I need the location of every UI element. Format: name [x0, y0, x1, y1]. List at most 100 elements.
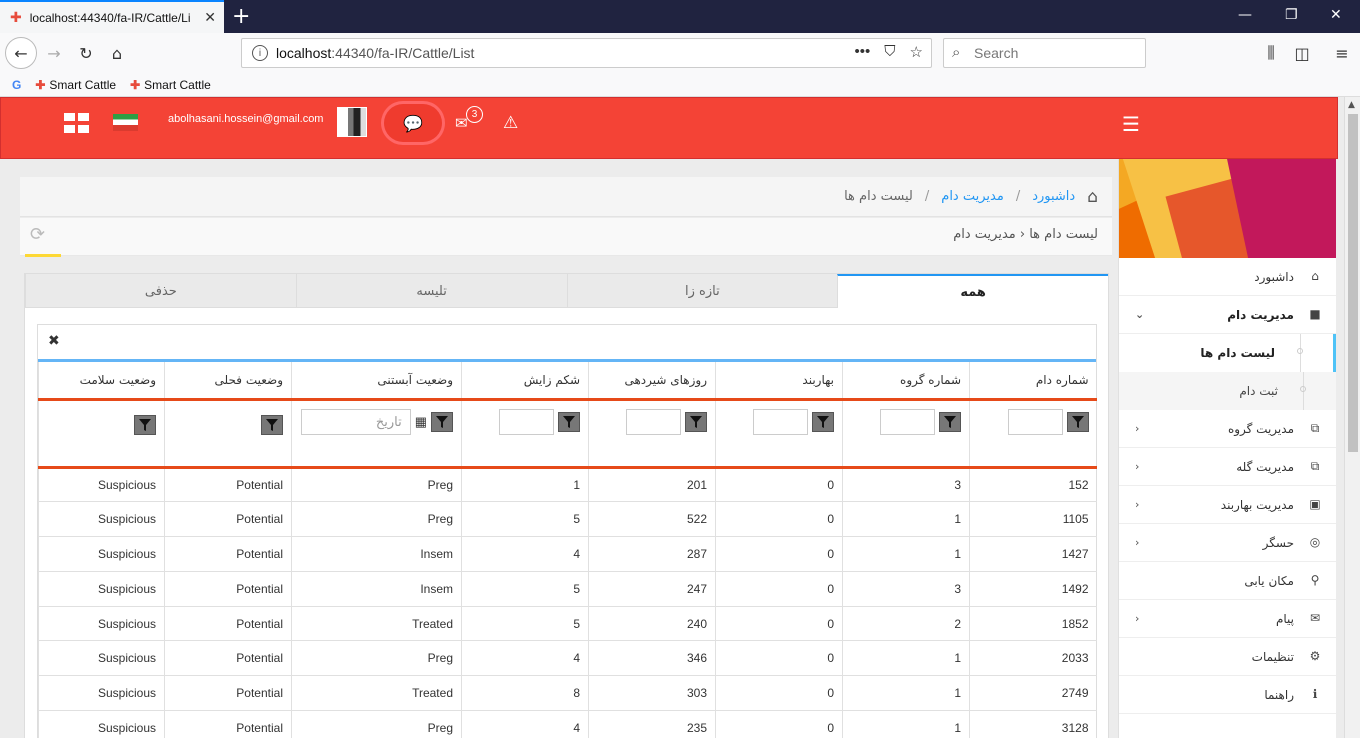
column-header[interactable]: وضعیت سلامت: [38, 362, 165, 401]
table-cell: 240: [588, 606, 716, 642]
pocket-icon[interactable]: ⛉: [884, 43, 895, 61]
table-cell: Preg: [291, 467, 462, 503]
breadcrumb-dashboard[interactable]: داشبورد: [1032, 189, 1075, 204]
sidebar-item-dashboard[interactable]: ⌂ داشبورد: [1119, 258, 1336, 296]
bookmark-star-icon[interactable]: ☆: [910, 43, 923, 61]
breadcrumb-cattle-management[interactable]: مدیریت دام: [941, 189, 1004, 204]
forward-icon[interactable]: →: [40, 39, 68, 67]
filter-input[interactable]: [880, 408, 935, 435]
sidebar-item-help[interactable]: ℹ راهنما: [1119, 676, 1336, 714]
tab-close-icon[interactable]: ✕: [204, 10, 216, 26]
sidebar-subitem-cattle-list[interactable]: لیست دام ها: [1119, 334, 1336, 372]
avatar[interactable]: [337, 107, 367, 137]
filter-input[interactable]: [626, 408, 681, 435]
sidebar-item-group-management[interactable]: › ⧉ مدیریت گروه: [1119, 410, 1336, 448]
filter-icon[interactable]: [939, 411, 961, 432]
bookmark-item[interactable]: ✚ Smart Cattle: [35, 78, 116, 92]
column-header[interactable]: روزهای شیردهی: [588, 362, 716, 401]
sidebar-item-settings[interactable]: ⚙ تنظیمات: [1119, 638, 1336, 676]
table-row[interactable]: 152 3 0 201 1 Preg Potential Suspicious: [38, 467, 1097, 503]
menu-icon[interactable]: ≡: [1328, 39, 1356, 67]
minimize-icon[interactable]: —: [1238, 7, 1252, 23]
scroll-up-icon[interactable]: ▲: [1348, 100, 1355, 110]
url-bar[interactable]: i localhost:44340/fa-IR/Cattle/List ••• …: [241, 38, 932, 68]
tab-culled[interactable]: حذفی: [25, 274, 296, 308]
sidebar-item-barn-management[interactable]: › ▣ مدیریت بهاربند: [1119, 486, 1336, 524]
table-cell: Potential: [164, 606, 292, 642]
site-info-icon[interactable]: i: [252, 45, 268, 61]
table-row[interactable]: 1492 3 0 247 5 Insem Potential Suspicious: [38, 571, 1097, 607]
tab-fresh[interactable]: تازه زا: [566, 274, 838, 308]
filter-input[interactable]: [1007, 408, 1063, 435]
sidebar-item-herd-management[interactable]: › ⧉ مدیریت گله: [1119, 448, 1336, 486]
column-header[interactable]: شماره دام: [969, 362, 1097, 401]
page-actions-icon[interactable]: •••: [855, 43, 871, 61]
column-header[interactable]: شماره گروه: [842, 362, 970, 401]
envelope-icon: ✉: [1309, 611, 1321, 625]
close-icon[interactable]: ✖: [48, 333, 60, 349]
bookmark-label: Smart Cattle: [49, 77, 117, 92]
table-cell: 3: [842, 467, 970, 503]
gear-icon: ⚙: [1309, 649, 1321, 663]
new-tab-icon[interactable]: +: [232, 4, 250, 29]
filter-icon[interactable]: [685, 411, 707, 432]
filter-input[interactable]: [753, 408, 808, 435]
tab-all[interactable]: همه: [837, 274, 1108, 308]
sidebar-item-label: حسگر: [1262, 535, 1294, 550]
filter-input[interactable]: [499, 408, 554, 435]
home-icon[interactable]: ⌂: [103, 39, 131, 67]
iran-flag-icon[interactable]: [113, 114, 138, 131]
page-scrollbar[interactable]: ▲: [1344, 97, 1360, 738]
calendar-icon[interactable]: ▦: [415, 414, 427, 430]
date-filter-input[interactable]: تاریخ: [300, 408, 411, 435]
filter-icon[interactable]: [431, 411, 453, 432]
table-cell: Preg: [291, 501, 462, 538]
sidebar-subitem-register-cattle[interactable]: ثبت دام: [1119, 372, 1336, 410]
maximize-icon[interactable]: ❐: [1285, 7, 1298, 23]
refresh-icon[interactable]: ⟳: [30, 224, 45, 245]
sidebar-item-location[interactable]: ⚲ مکان یابی: [1119, 562, 1336, 600]
tab-heifer[interactable]: تلیسه: [295, 274, 567, 308]
table-cell: Treated: [291, 675, 462, 712]
sidebar-toggle-icon[interactable]: ◫: [1288, 39, 1316, 67]
table-row[interactable]: 2749 1 0 303 8 Treated Potential Suspicious: [38, 675, 1097, 712]
column-header[interactable]: وضعیت آبستنی: [291, 362, 462, 401]
back-icon[interactable]: ←: [5, 37, 37, 69]
reload-icon[interactable]: ↻: [72, 39, 100, 67]
table-cell: Suspicious: [38, 606, 165, 642]
table-row[interactable]: 1852 2 0 240 5 Treated Potential Suspicious: [38, 606, 1097, 642]
hamburger-menu-icon[interactable]: ☰: [1122, 112, 1140, 136]
filter-icon[interactable]: [1066, 411, 1089, 432]
chat-icon[interactable]: 💬: [384, 104, 442, 142]
warning-icon[interactable]: ⚠: [503, 113, 518, 133]
filter-icon[interactable]: [261, 414, 283, 435]
library-icon[interactable]: ⫼: [1257, 39, 1285, 67]
sidebar-item-sensor[interactable]: › ◎ حسگر: [1119, 524, 1336, 562]
bookmark-item[interactable]: ✚ Smart Cattle: [130, 78, 211, 92]
table-row[interactable]: 3128 1 0 235 4 Preg Potential Suspicious: [38, 710, 1097, 738]
scrollbar-thumb[interactable]: [1348, 114, 1358, 452]
column-header[interactable]: شکم زایش: [461, 362, 589, 401]
table-row[interactable]: 1105 1 0 522 5 Preg Potential Suspicious: [38, 501, 1097, 538]
apps-grid-icon[interactable]: [63, 113, 89, 133]
sidebar-item-messages[interactable]: › ✉ پیام: [1119, 600, 1336, 638]
column-header[interactable]: بهاربند: [715, 362, 843, 401]
table-row[interactable]: 1427 1 0 287 4 Insem Potential Suspicious: [38, 536, 1097, 572]
search-input[interactable]: ⌕ Search: [943, 38, 1146, 68]
window-close-icon[interactable]: ✕: [1330, 7, 1342, 23]
site-favicon-icon: ✚: [10, 9, 22, 26]
user-email[interactable]: abolhasani.hossein@gmail.com: [168, 113, 323, 125]
filter-icon[interactable]: [134, 414, 156, 435]
filter-icon[interactable]: [812, 411, 834, 432]
date-placeholder: تاریخ: [375, 413, 402, 429]
browser-tab[interactable]: ✚ localhost:44340/fa-IR/Cattle/Li ✕: [0, 0, 224, 33]
table-cell: Suspicious: [38, 571, 165, 607]
sidebar-item-cattle-management[interactable]: ⌄ ■ مدیریت دام: [1119, 296, 1336, 334]
google-bookmark[interactable]: G: [12, 78, 21, 92]
breadcrumb-separator: /: [1015, 189, 1021, 204]
column-header[interactable]: وضعیت فحلی: [164, 362, 292, 401]
filter-icon[interactable]: [558, 411, 580, 432]
table-row[interactable]: 2033 1 0 346 4 Preg Potential Suspicious: [38, 640, 1097, 677]
sidebar-item-label: مدیریت گله: [1236, 459, 1294, 474]
home-icon[interactable]: ⌂: [1087, 187, 1098, 207]
